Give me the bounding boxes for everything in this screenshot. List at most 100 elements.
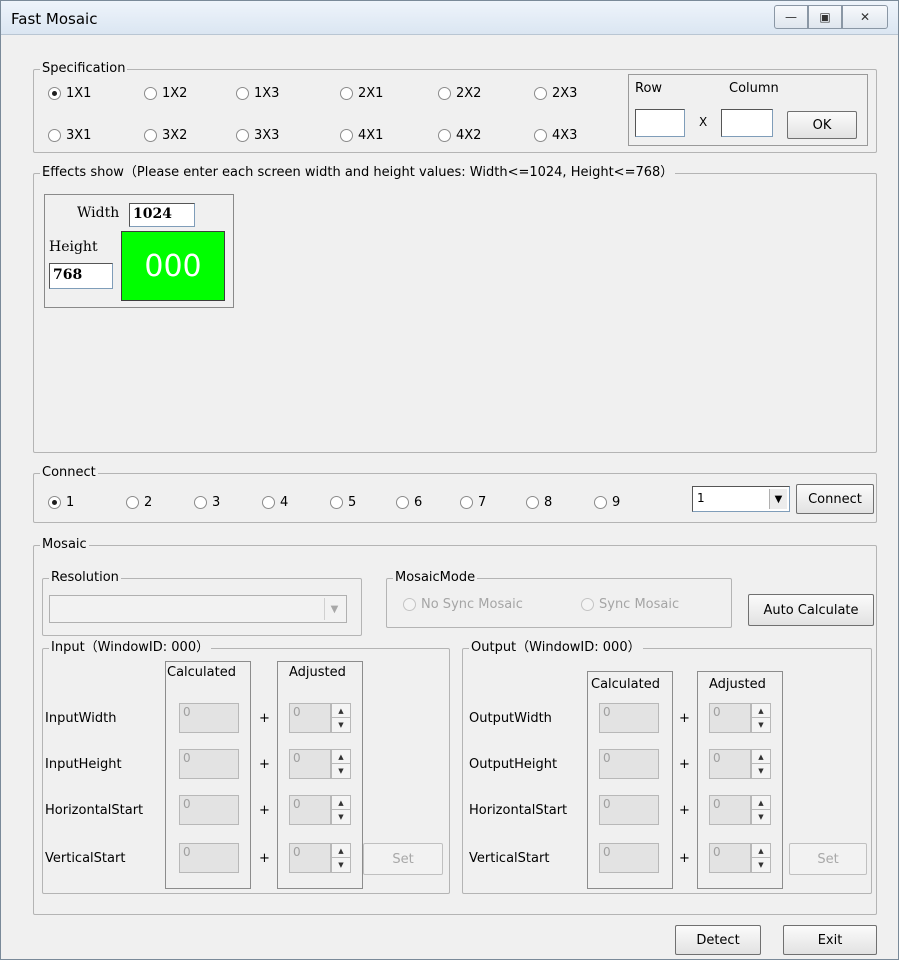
radio-dot-icon xyxy=(48,129,61,142)
radio-dot-icon xyxy=(48,87,61,100)
input-set-button[interactable]: Set xyxy=(363,843,443,875)
close-button[interactable]: ✕ xyxy=(842,5,888,29)
width-input[interactable]: 1024 xyxy=(129,203,195,227)
height-input[interactable]: 768 xyxy=(49,263,113,289)
input-hstart-calc[interactable]: 0 xyxy=(179,795,239,825)
plus-sign: + xyxy=(679,803,690,818)
input-height-calc[interactable]: 0 xyxy=(179,749,239,779)
input-vstart-spinner[interactable]: ▲ ▼ xyxy=(331,843,351,873)
spec-radio-1x1[interactable]: 1X1 xyxy=(48,86,91,101)
input-hstart-spinner[interactable]: ▲ ▼ xyxy=(331,795,351,825)
spec-radio-4x3[interactable]: 4X3 xyxy=(534,128,577,143)
connect-radio-4[interactable]: 4 xyxy=(262,495,288,510)
title-bar: Fast Mosaic — ▣ ✕ xyxy=(1,1,898,35)
spin-down-icon[interactable]: ▼ xyxy=(752,810,770,824)
spin-up-icon[interactable]: ▲ xyxy=(332,796,350,810)
output-hstart-calc[interactable]: 0 xyxy=(599,795,659,825)
connect-button[interactable]: Connect xyxy=(796,484,874,514)
spec-radio-2x1[interactable]: 2X1 xyxy=(340,86,383,101)
spec-radio-4x1[interactable]: 4X1 xyxy=(340,128,383,143)
spin-down-icon[interactable]: ▼ xyxy=(752,858,770,872)
spec-radio-3x1[interactable]: 3X1 xyxy=(48,128,91,143)
spin-down-icon[interactable]: ▼ xyxy=(752,764,770,778)
restore-button[interactable]: ▣ xyxy=(808,5,842,29)
mode-radio-sync[interactable]: Sync Mosaic xyxy=(581,597,679,612)
resolution-dropdown[interactable]: ▼ xyxy=(49,595,347,623)
connect-radio-3[interactable]: 3 xyxy=(194,495,220,510)
spin-up-icon[interactable]: ▲ xyxy=(332,704,350,718)
input-vstart-calc[interactable]: 0 xyxy=(179,843,239,873)
radio-dot-icon xyxy=(340,129,353,142)
column-input[interactable] xyxy=(721,109,773,137)
output-vstart-adj[interactable]: 0 xyxy=(709,843,751,873)
spin-down-icon[interactable]: ▼ xyxy=(332,764,350,778)
spin-up-icon[interactable]: ▲ xyxy=(332,844,350,858)
connect-radio-5[interactable]: 5 xyxy=(330,495,356,510)
mode-radio-no-sync[interactable]: No Sync Mosaic xyxy=(403,597,523,612)
input-width-spinner[interactable]: ▲ ▼ xyxy=(331,703,351,733)
chevron-down-icon[interactable]: ▼ xyxy=(769,489,787,509)
effects-legend: Effects show（Please enter each screen wi… xyxy=(40,165,676,181)
spin-up-icon[interactable]: ▲ xyxy=(332,750,350,764)
detect-button[interactable]: Detect xyxy=(675,925,761,955)
connect-radio-8[interactable]: 8 xyxy=(526,495,552,510)
input-width-adj[interactable]: 0 xyxy=(289,703,331,733)
screen-tile-000[interactable]: 000 xyxy=(121,231,225,301)
spin-up-icon[interactable]: ▲ xyxy=(752,704,770,718)
output-set-button[interactable]: Set xyxy=(789,843,867,875)
input-hstart-adj[interactable]: 0 xyxy=(289,795,331,825)
spin-up-icon[interactable]: ▲ xyxy=(752,796,770,810)
row-input[interactable] xyxy=(635,109,685,137)
mosaic-mode-group: MosaicMode No Sync Mosaic Sync Mosaic xyxy=(386,570,732,628)
mosaic-mode-legend: MosaicMode xyxy=(393,570,478,586)
auto-calculate-button[interactable]: Auto Calculate xyxy=(748,594,874,626)
connect-radio-7[interactable]: 7 xyxy=(460,495,486,510)
radio-dot-icon xyxy=(438,87,451,100)
connect-radio-9[interactable]: 9 xyxy=(594,495,620,510)
input-height-spinner[interactable]: ▲ ▼ xyxy=(331,749,351,779)
output-height-spinner[interactable]: ▲ ▼ xyxy=(751,749,771,779)
resolution-group: Resolution ▼ xyxy=(42,570,362,636)
plus-sign: + xyxy=(679,711,690,726)
output-vstart-calc[interactable]: 0 xyxy=(599,843,659,873)
input-vstart-adj[interactable]: 0 xyxy=(289,843,331,873)
spin-down-icon[interactable]: ▼ xyxy=(332,858,350,872)
output-width-calc[interactable]: 0 xyxy=(599,703,659,733)
spin-down-icon[interactable]: ▼ xyxy=(752,718,770,732)
specification-group: Specification 1X1 1X2 1X3 2X1 2X2 2X3 3X… xyxy=(33,61,877,153)
connect-dropdown[interactable]: 1 ▼ xyxy=(692,486,790,512)
chevron-down-icon[interactable]: ▼ xyxy=(324,598,344,620)
radio-dot-icon xyxy=(330,496,343,509)
mosaic-legend: Mosaic xyxy=(40,537,89,553)
connect-radio-2[interactable]: 2 xyxy=(126,495,152,510)
output-hstart-adj[interactable]: 0 xyxy=(709,795,751,825)
spec-radio-2x3[interactable]: 2X3 xyxy=(534,86,577,101)
exit-button[interactable]: Exit xyxy=(783,925,877,955)
output-height-calc[interactable]: 0 xyxy=(599,749,659,779)
output-width-adj[interactable]: 0 xyxy=(709,703,751,733)
connect-radio-6[interactable]: 6 xyxy=(396,495,422,510)
connect-radio-1[interactable]: 1 xyxy=(48,495,74,510)
output-width-spinner[interactable]: ▲ ▼ xyxy=(751,703,771,733)
spec-radio-1x3[interactable]: 1X3 xyxy=(236,86,279,101)
input-width-label: InputWidth xyxy=(45,711,117,726)
spin-down-icon[interactable]: ▼ xyxy=(332,810,350,824)
output-vstart-spinner[interactable]: ▲ ▼ xyxy=(751,843,771,873)
spec-radio-2x2[interactable]: 2X2 xyxy=(438,86,481,101)
output-hstart-spinner[interactable]: ▲ ▼ xyxy=(751,795,771,825)
spec-radio-1x2[interactable]: 1X2 xyxy=(144,86,187,101)
input-width-calc[interactable]: 0 xyxy=(179,703,239,733)
spin-down-icon[interactable]: ▼ xyxy=(332,718,350,732)
plus-sign: + xyxy=(259,711,270,726)
plus-sign: + xyxy=(679,851,690,866)
minimize-button[interactable]: — xyxy=(774,5,808,29)
spin-up-icon[interactable]: ▲ xyxy=(752,844,770,858)
output-height-adj[interactable]: 0 xyxy=(709,749,751,779)
input-height-adj[interactable]: 0 xyxy=(289,749,331,779)
spec-radio-3x3[interactable]: 3X3 xyxy=(236,128,279,143)
ok-button[interactable]: OK xyxy=(787,111,857,139)
spin-up-icon[interactable]: ▲ xyxy=(752,750,770,764)
spec-radio-4x2[interactable]: 4X2 xyxy=(438,128,481,143)
input-legend: Input（WindowID: 000） xyxy=(49,640,212,656)
spec-radio-3x2[interactable]: 3X2 xyxy=(144,128,187,143)
